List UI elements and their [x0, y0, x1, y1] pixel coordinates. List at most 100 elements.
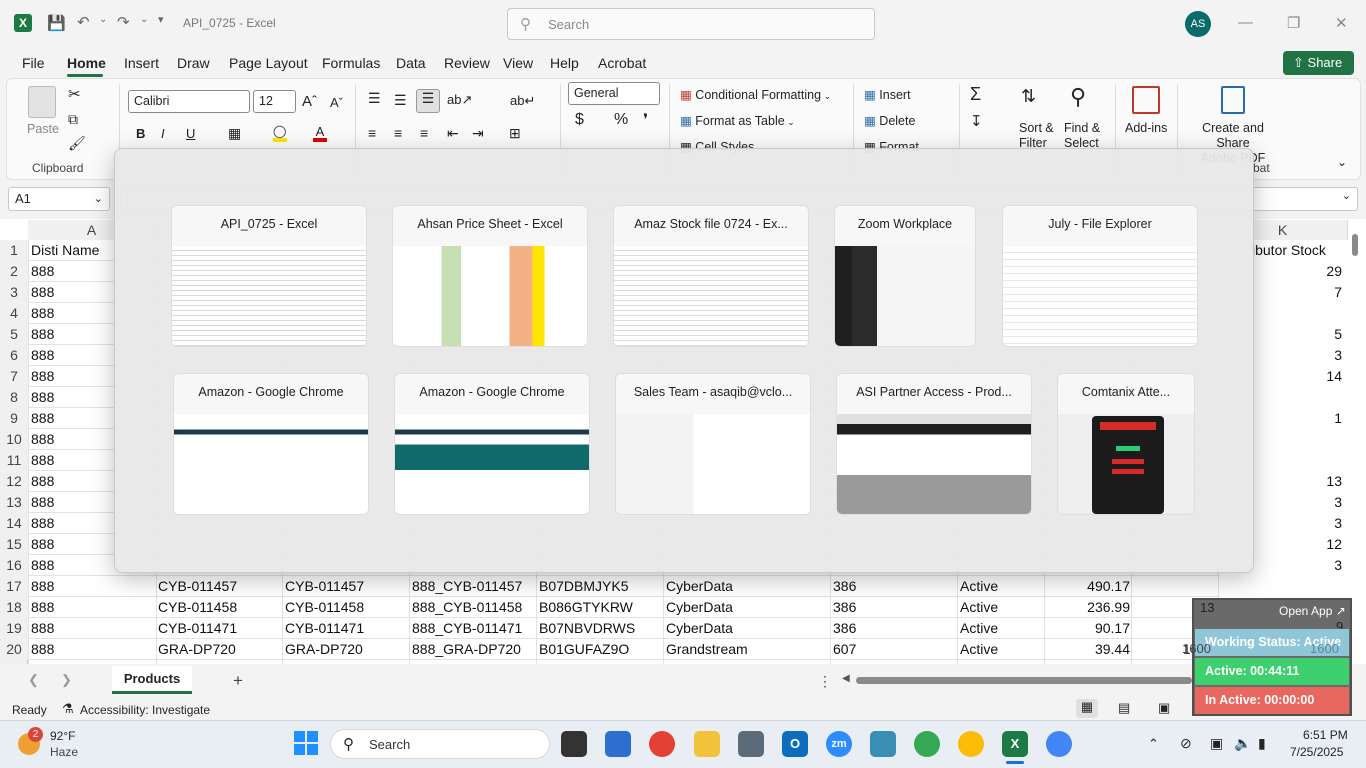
cell-c[interactable]: CYB-011457	[285, 576, 364, 597]
cell-h[interactable]: Active	[960, 639, 998, 660]
normal-view-icon[interactable]: ▦	[1076, 699, 1098, 718]
next-sheet-icon[interactable]: ❯	[61, 672, 72, 688]
cell-b[interactable]: CYB-011471	[158, 618, 237, 639]
row-header[interactable]: 7	[0, 366, 28, 387]
volume-icon[interactable]: 🔈	[1234, 735, 1251, 752]
tab-formulas[interactable]: Formulas	[322, 55, 380, 71]
cell-i[interactable]: 39.44	[1095, 639, 1130, 660]
find-select-icon[interactable]: ⚲	[1070, 84, 1086, 110]
row-header[interactable]: 18	[0, 597, 28, 618]
align-middle-icon[interactable]: ☰	[394, 92, 407, 109]
switcher-window-card[interactable]: Amaz Stock file 0724 - Ex...	[613, 205, 809, 347]
chrome-icon[interactable]	[649, 731, 675, 757]
file-explorer-icon[interactable]	[694, 731, 720, 757]
cell-b[interactable]: CYB-011457	[158, 576, 237, 597]
switcher-window-card[interactable]: Sales Team - asaqib@vclo...	[615, 373, 811, 515]
cell-h[interactable]: Active	[960, 618, 998, 639]
cell-e[interactable]: B086GTYKRW	[539, 597, 633, 618]
open-app-button[interactable]: Open App ↗	[1279, 604, 1346, 618]
currency-icon[interactable]: $	[575, 111, 584, 129]
close-icon[interactable]: ✕	[1335, 14, 1348, 32]
share-button[interactable]: ⇧ Share ▼	[1283, 51, 1354, 93]
tray-chevron-icon[interactable]: ⌃	[1148, 736, 1159, 752]
wrap-text-icon[interactable]: ab↵	[510, 93, 535, 109]
bold-icon[interactable]: B	[136, 126, 145, 141]
addins-label[interactable]: Add-ins	[1125, 121, 1167, 135]
cell-a[interactable]: 888	[31, 429, 54, 450]
cell-a[interactable]: 888	[31, 618, 54, 639]
cell-i[interactable]: 90.17	[1095, 618, 1130, 639]
addins-icon[interactable]	[1132, 86, 1160, 114]
row-header[interactable]: 20	[0, 639, 28, 660]
chrome-profile-icon[interactable]	[1046, 731, 1072, 757]
page-break-view-icon[interactable]: ▣	[1158, 700, 1170, 716]
accessibility-icon[interactable]: ⚗	[62, 701, 74, 717]
insert-cells-button[interactable]: ▦ Insert	[864, 87, 911, 102]
cell-e[interactable]: B01GUFAZ9O	[539, 639, 629, 660]
increase-font-icon[interactable]: Aˆ	[302, 93, 317, 110]
accessibility-status[interactable]: Accessibility: Investigate	[80, 703, 210, 717]
row-header[interactable]: 5	[0, 324, 28, 345]
delete-cells-button[interactable]: ▦ Delete	[864, 113, 915, 128]
chrome-profile-icon[interactable]	[958, 731, 984, 757]
increase-indent-icon[interactable]: ⇥	[472, 125, 484, 142]
row-header[interactable]: 3	[0, 282, 28, 303]
cell-g[interactable]: 386	[833, 597, 856, 618]
cell-a[interactable]: 888	[31, 366, 54, 387]
italic-icon[interactable]: I	[161, 126, 165, 141]
font-name-select[interactable]: Calibri	[128, 90, 250, 113]
row-header[interactable]: 13	[0, 492, 28, 513]
cell-k[interactable]: 3	[1334, 345, 1342, 366]
cell-a[interactable]: 888	[31, 597, 54, 618]
merge-center-icon[interactable]: ⊞	[509, 125, 521, 142]
cell-i[interactable]: 236.99	[1087, 597, 1130, 618]
cell-k[interactable]: 3	[1334, 555, 1342, 576]
excel-taskbar-icon[interactable]: X	[1002, 731, 1028, 757]
cell-a[interactable]: 888	[31, 261, 54, 282]
save-icon[interactable]: 💾	[47, 14, 66, 32]
row-header[interactable]: 16	[0, 555, 28, 576]
cell-a[interactable]: 888	[31, 471, 54, 492]
conditional-formatting-button[interactable]: ▦ Conditional Formatting ⌄	[680, 87, 831, 102]
row-header[interactable]: 10	[0, 429, 28, 450]
collapse-ribbon-icon[interactable]: ⌄	[1337, 155, 1347, 169]
format-painter-icon[interactable]: 🖌	[68, 135, 86, 152]
cut-icon[interactable]: ✂	[68, 85, 81, 103]
fill-color-icon[interactable]: ◯	[273, 124, 287, 142]
cell-g[interactable]: 386	[833, 576, 856, 597]
more-options-icon[interactable]: ⋮	[818, 673, 832, 690]
zoom-icon[interactable]: zm	[826, 731, 852, 757]
row-header[interactable]: 9	[0, 408, 28, 429]
cell-k[interactable]: 29	[1326, 261, 1342, 282]
battery-icon[interactable]: ▮	[1258, 735, 1266, 752]
cell-b[interactable]: GRA-DP720	[158, 639, 236, 660]
cell-k[interactable]: 1	[1334, 408, 1342, 429]
create-pdf-icon[interactable]	[1221, 86, 1245, 114]
cell-e[interactable]: B07DBMJYK5	[539, 576, 628, 597]
cell-a[interactable]: 888	[31, 345, 54, 366]
prev-sheet-icon[interactable]: ❮	[28, 672, 39, 688]
font-size-select[interactable]: 12	[253, 90, 296, 113]
paste-icon[interactable]	[28, 86, 56, 118]
align-left-icon[interactable]: ≡	[368, 125, 376, 141]
tab-home[interactable]: Home	[67, 55, 106, 71]
comma-icon[interactable]: ❜	[643, 110, 648, 130]
network-off-icon[interactable]: ⊘	[1180, 735, 1192, 752]
decrease-indent-icon[interactable]: ⇤	[447, 125, 459, 142]
cell-a[interactable]: 888	[31, 408, 54, 429]
redo-dropdown-icon[interactable]: ⌄	[140, 14, 148, 25]
row-header[interactable]: 4	[0, 303, 28, 324]
number-format-select[interactable]: General	[568, 82, 660, 105]
orientation-icon[interactable]: ab↗	[447, 92, 472, 108]
store-icon[interactable]	[605, 731, 631, 757]
minimize-icon[interactable]: —	[1238, 14, 1253, 31]
decrease-font-icon[interactable]: Aˇ	[330, 95, 343, 110]
paste-label[interactable]: Paste	[27, 122, 59, 136]
row-header[interactable]: 6	[0, 345, 28, 366]
cell-h[interactable]: Active	[960, 597, 998, 618]
cell-f[interactable]: Grandstream	[666, 639, 748, 660]
cell-d[interactable]: 888_CYB-011457	[412, 576, 522, 597]
cell-a[interactable]: 888	[31, 639, 54, 660]
tab-insert[interactable]: Insert	[124, 55, 159, 71]
task-view-icon[interactable]	[561, 731, 587, 757]
